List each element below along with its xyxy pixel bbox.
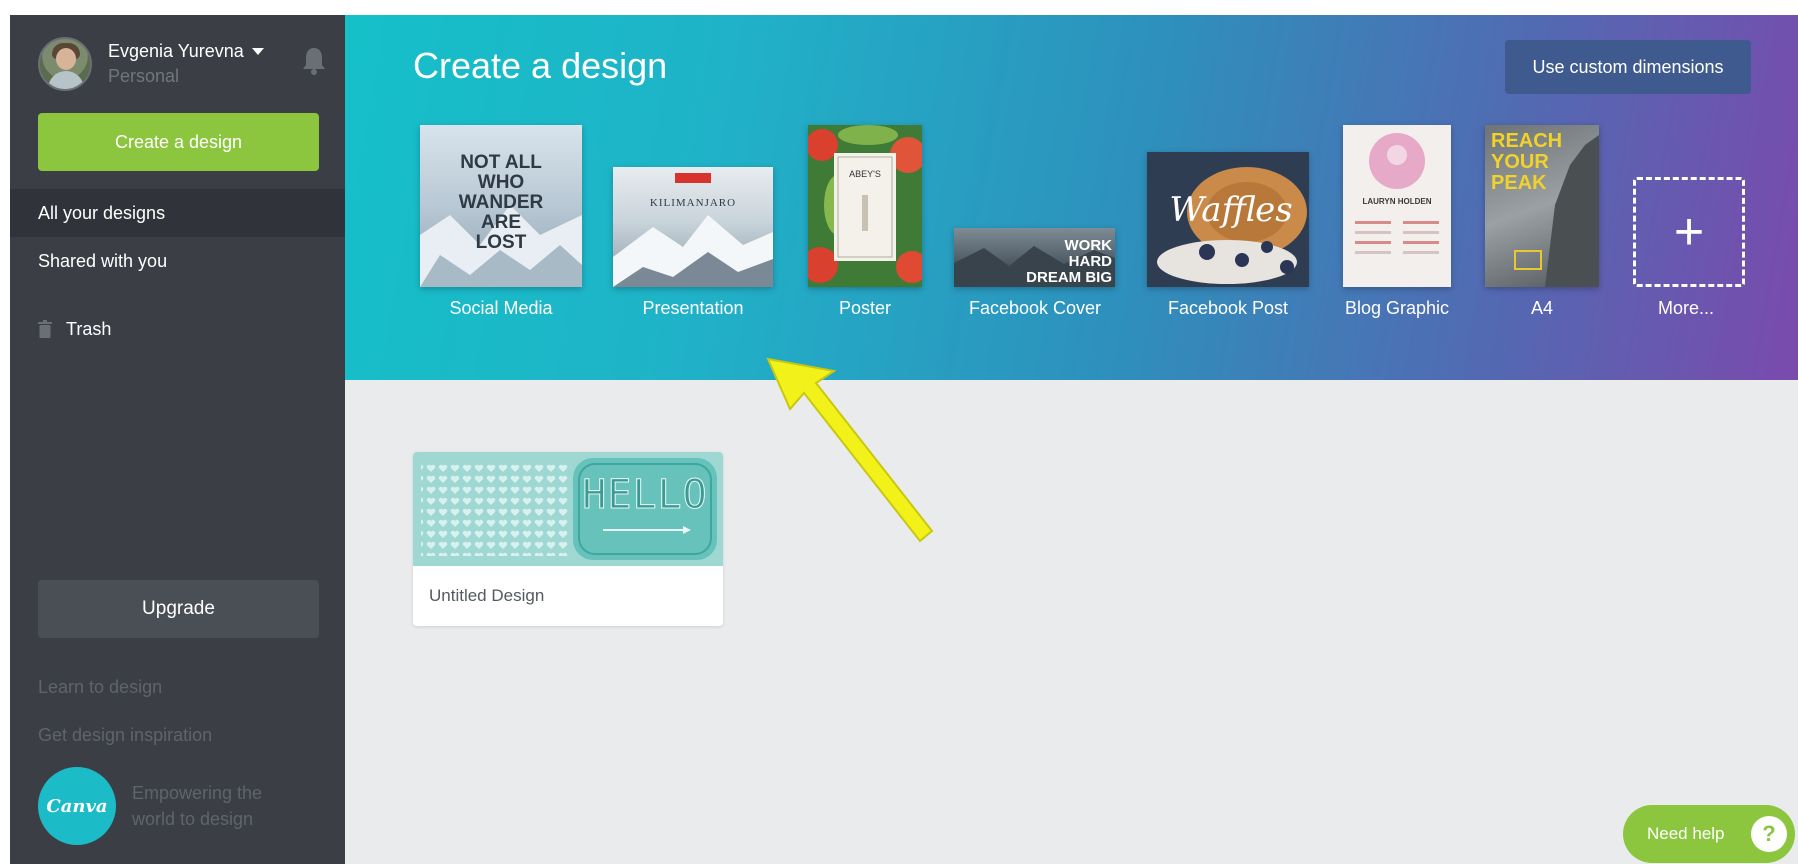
- canva-app: Evgenia Yurevna Personal Create a design…: [0, 15, 1798, 864]
- caret-down-icon[interactable]: [251, 48, 264, 55]
- question-icon: ?: [1751, 816, 1787, 852]
- sidebar-item-all-designs[interactable]: All your designs: [10, 189, 363, 237]
- sidebar: Evgenia Yurevna Personal Create a design…: [10, 15, 363, 864]
- tile-label: Poster: [838, 298, 892, 318]
- designs-area: HELLO Untitled Design: [345, 380, 1798, 864]
- poster-thumbnail: ABEY'S: [808, 125, 922, 287]
- need-help-button[interactable]: Need help ?: [1623, 805, 1795, 863]
- design-inspiration-link[interactable]: Get design inspiration: [38, 725, 212, 746]
- plan-label: Personal: [108, 66, 180, 86]
- tile-label: Blog Graphic: [1344, 298, 1450, 318]
- design-title: Untitled Design: [429, 586, 545, 605]
- bell-icon[interactable]: [300, 45, 328, 77]
- learn-to-design-link[interactable]: Learn to design: [38, 677, 162, 698]
- avatar[interactable]: [38, 37, 92, 91]
- tagline: Empowering the world to design: [132, 783, 263, 829]
- thumb-text: REACH YOUR PEAK: [1491, 130, 1563, 194]
- thumb-text: WORK HARD DREAM BIG: [1026, 237, 1112, 286]
- tile-label: Facebook Post: [1167, 298, 1289, 318]
- user-profile[interactable]: Evgenia Yurevna Personal: [38, 37, 264, 91]
- more-thumbnail: +: [1633, 177, 1745, 287]
- thumb-text: Waffles: [1169, 190, 1293, 230]
- tile-label: A4: [1530, 298, 1554, 318]
- a4-thumbnail: REACH YOUR PEAK: [1485, 125, 1599, 287]
- sidebar-item-shared[interactable]: Shared with you: [10, 237, 345, 285]
- trash-icon: [38, 320, 52, 338]
- user-name: Evgenia Yurevna: [108, 41, 244, 61]
- create-design-header: Create a design Use custom dimensions NO…: [345, 15, 1798, 380]
- tile-label: Social Media: [449, 298, 553, 318]
- sidebar-nav: All your designs Shared with you Trash: [10, 189, 363, 353]
- facebook-cover-thumbnail: WORK HARD DREAM BIG: [954, 228, 1115, 287]
- need-help-label: Need help: [1647, 824, 1725, 843]
- thumb-text: ABEY'S: [849, 169, 881, 179]
- facebook-post-thumbnail: Waffles: [1147, 152, 1309, 287]
- tile-label: Presentation: [642, 298, 744, 318]
- brand: Canva Empowering the world to design: [38, 767, 292, 845]
- canva-logo[interactable]: Canva: [38, 767, 116, 845]
- tile-label: More...: [1657, 298, 1715, 318]
- social-media-thumbnail: NOT ALL WHO WANDER ARE LOST: [420, 125, 582, 287]
- design-thumbnail: HELLO: [413, 452, 723, 566]
- upgrade-button[interactable]: Upgrade: [38, 580, 319, 638]
- thumb-text: KILIMANJARO: [649, 197, 737, 209]
- presentation-thumbnail: KILIMANJARO: [613, 167, 773, 287]
- plus-icon: +: [1673, 203, 1705, 261]
- sidebar-item-trash[interactable]: Trash: [10, 305, 345, 353]
- design-type-list: NOT ALL WHO WANDER ARE LOST Social Media…: [345, 15, 1798, 380]
- tile-label: Facebook Cover: [968, 298, 1102, 318]
- sidebar-item-label: Shared with you: [38, 250, 168, 271]
- blog-graphic-thumbnail: LAURYN HOLDEN: [1343, 125, 1451, 287]
- thumb-text: NOT ALL WHO WANDER ARE LOST: [458, 152, 544, 253]
- user-name-row[interactable]: Evgenia Yurevna: [108, 41, 264, 62]
- thumb-text: LAURYN HOLDEN: [1362, 197, 1432, 206]
- thumb-text: HELLO: [582, 472, 708, 519]
- create-design-button[interactable]: Create a design: [38, 113, 319, 171]
- design-card[interactable]: HELLO Untitled Design: [413, 452, 723, 626]
- sidebar-item-label: All your designs: [38, 202, 166, 223]
- sidebar-item-label: Trash: [66, 318, 112, 339]
